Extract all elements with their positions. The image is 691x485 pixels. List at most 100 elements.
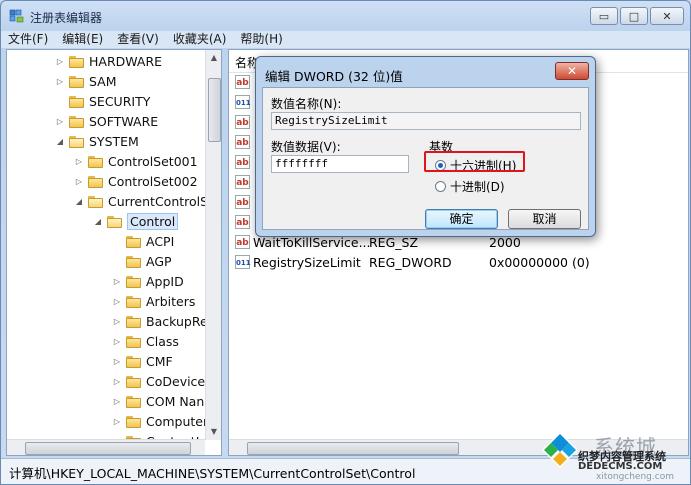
windows-logo-icon — [542, 432, 578, 468]
dialog-close-button[interactable]: ✕ — [555, 62, 589, 80]
scroll-down-arrow-icon[interactable]: ▼ — [206, 424, 221, 440]
tree-node-label: SYSTEM — [89, 133, 139, 149]
registry-app-icon — [9, 9, 24, 23]
ok-button[interactable]: 确定 — [425, 209, 498, 229]
tree-node[interactable]: ▷ Computer — [112, 411, 208, 431]
expand-arrow-icon[interactable]: ◢ — [55, 137, 65, 146]
expand-arrow-icon[interactable]: ▷ — [55, 77, 65, 86]
binary-value-icon: 011 — [235, 95, 251, 109]
tree-node-label: Class — [146, 333, 179, 349]
tree-node-label: SOFTWARE — [89, 113, 159, 129]
value-data: 2000 — [489, 235, 521, 250]
tree-node[interactable]: ▷ HARDWARE — [55, 51, 162, 71]
radio-unselected-icon[interactable] — [435, 181, 446, 192]
menu-file[interactable]: 文件(F) — [1, 31, 55, 48]
expand-arrow-icon[interactable]: ▷ — [112, 357, 122, 366]
close-button[interactable]: ✕ — [650, 7, 684, 25]
folder-icon — [126, 255, 142, 268]
tree-node[interactable]: ▷ COM Nan — [112, 391, 204, 411]
folder-icon — [88, 155, 104, 168]
folder-icon — [126, 355, 142, 368]
tree-node[interactable]: ▷ ControlSet001 — [74, 151, 198, 171]
value-name-field[interactable]: RegistrySizeLimit — [271, 112, 581, 130]
scroll-up-arrow-icon[interactable]: ▲ — [206, 50, 221, 66]
expand-arrow-icon[interactable]: ▷ — [112, 397, 122, 406]
title-bar[interactable]: 注册表编辑器 ▭ □ ✕ — [1, 1, 690, 31]
restore-button[interactable]: □ — [620, 7, 648, 25]
expand-arrow-icon[interactable]: ▷ — [112, 417, 122, 426]
string-value-icon: ab — [235, 155, 250, 169]
menu-help[interactable]: 帮助(H) — [233, 31, 289, 48]
expand-arrow-icon[interactable]: ▷ — [55, 117, 65, 126]
tree-node[interactable]: SECURITY — [55, 91, 150, 111]
folder-icon — [69, 135, 85, 148]
tree-node-label: CurrentControlSe — [108, 193, 216, 209]
tree-node[interactable]: ◢ Control — [93, 211, 179, 231]
tree-node[interactable]: ◢ CurrentControlSe — [74, 191, 216, 211]
tree-node-label: Computer — [146, 413, 209, 429]
cancel-button[interactable]: 取消 — [508, 209, 581, 229]
tree-node[interactable]: ▷ BackupRe — [112, 311, 208, 331]
tree-node[interactable]: ▷ SOFTWARE — [55, 111, 158, 131]
folder-icon — [126, 415, 142, 428]
window-title: 注册表编辑器 — [30, 11, 103, 25]
tree-node-label: CMF — [146, 353, 173, 369]
menu-favorites[interactable]: 收藏夹(A) — [166, 31, 234, 48]
folder-icon — [107, 215, 123, 228]
folder-icon — [126, 315, 142, 328]
list-row[interactable]: 011 RegistrySizeLimit REG_DWORD 0x00000000 … — [229, 252, 688, 273]
tree-node-label: SAM — [89, 73, 117, 89]
tree-node[interactable]: ACPI — [112, 231, 174, 251]
expand-arrow-icon[interactable]: ◢ — [74, 197, 84, 206]
expand-arrow-icon[interactable]: ▷ — [55, 57, 65, 66]
tree-node-label: SECURITY — [89, 93, 151, 109]
list-hscroll-thumb[interactable] — [247, 442, 459, 455]
tree-node-label: ACPI — [146, 233, 175, 249]
tree-hscroll-thumb[interactable] — [25, 442, 191, 455]
folder-icon — [126, 335, 142, 348]
folder-icon — [88, 175, 104, 188]
value-data: 0x00000000 (0) — [489, 255, 590, 270]
tree-node-label: COM Nan — [146, 393, 205, 409]
tree-node[interactable]: ▷ Arbiters — [112, 291, 195, 311]
tree-horizontal-scrollbar[interactable] — [7, 439, 205, 455]
value-data-label: 数值数据(V): — [271, 140, 341, 154]
expand-arrow-icon[interactable]: ▷ — [112, 337, 122, 346]
tree-node[interactable]: ▷ SAM — [55, 71, 117, 91]
tree-scroll-thumb[interactable] — [208, 78, 221, 142]
watermark-url: xitongcheng.com — [596, 472, 674, 482]
folder-icon — [69, 95, 85, 108]
expand-arrow-icon[interactable]: ▷ — [112, 317, 122, 326]
expand-arrow-icon[interactable]: ◢ — [93, 217, 103, 226]
value-data-input[interactable]: ffffffff — [271, 155, 409, 173]
folder-icon — [88, 195, 104, 208]
menu-edit[interactable]: 编辑(E) — [55, 31, 110, 48]
expand-arrow-icon[interactable]: ▷ — [112, 277, 122, 286]
tree-node-label: AGP — [146, 253, 172, 269]
folder-icon — [69, 115, 85, 128]
value-name-label: 数值名称(N): — [271, 97, 342, 111]
expand-arrow-icon[interactable]: ▷ — [74, 177, 84, 186]
value-name: RegistrySizeLimit — [253, 255, 361, 270]
decimal-radio-label: 十进制(D) — [450, 180, 505, 194]
watermark-domain: DEDECMS.COM — [578, 461, 663, 472]
tree-vertical-scrollbar[interactable]: ▲ ▼ — [205, 50, 221, 440]
tree-node-label: CoDeviceI — [146, 373, 209, 389]
tree-node[interactable]: ▷ AppID — [112, 271, 184, 291]
decimal-radio[interactable]: 十进制(D) — [435, 178, 505, 195]
tree-node[interactable]: ▷ ControlSet002 — [74, 171, 198, 191]
string-value-icon: ab — [235, 175, 250, 189]
tree-node[interactable]: ▷ CMF — [112, 351, 173, 371]
minimize-button[interactable]: ▭ — [590, 7, 618, 25]
tree-node-label: Control — [127, 212, 179, 230]
menu-view[interactable]: 查看(V) — [110, 31, 166, 48]
value-type: REG_SZ — [369, 235, 419, 250]
expand-arrow-icon[interactable]: ▷ — [74, 157, 84, 166]
expand-arrow-icon[interactable]: ▷ — [112, 377, 122, 386]
registry-tree[interactable]: ContentI▷Computer▷COM Nan▷CoDeviceI▷CMF▷… — [6, 49, 222, 456]
tree-node[interactable]: ▷ CoDeviceI — [112, 371, 209, 391]
tree-node[interactable]: ◢ SYSTEM — [55, 131, 139, 151]
expand-arrow-icon[interactable]: ▷ — [112, 297, 122, 306]
tree-node[interactable]: AGP — [112, 251, 172, 271]
tree-node[interactable]: ▷ Class — [112, 331, 179, 351]
